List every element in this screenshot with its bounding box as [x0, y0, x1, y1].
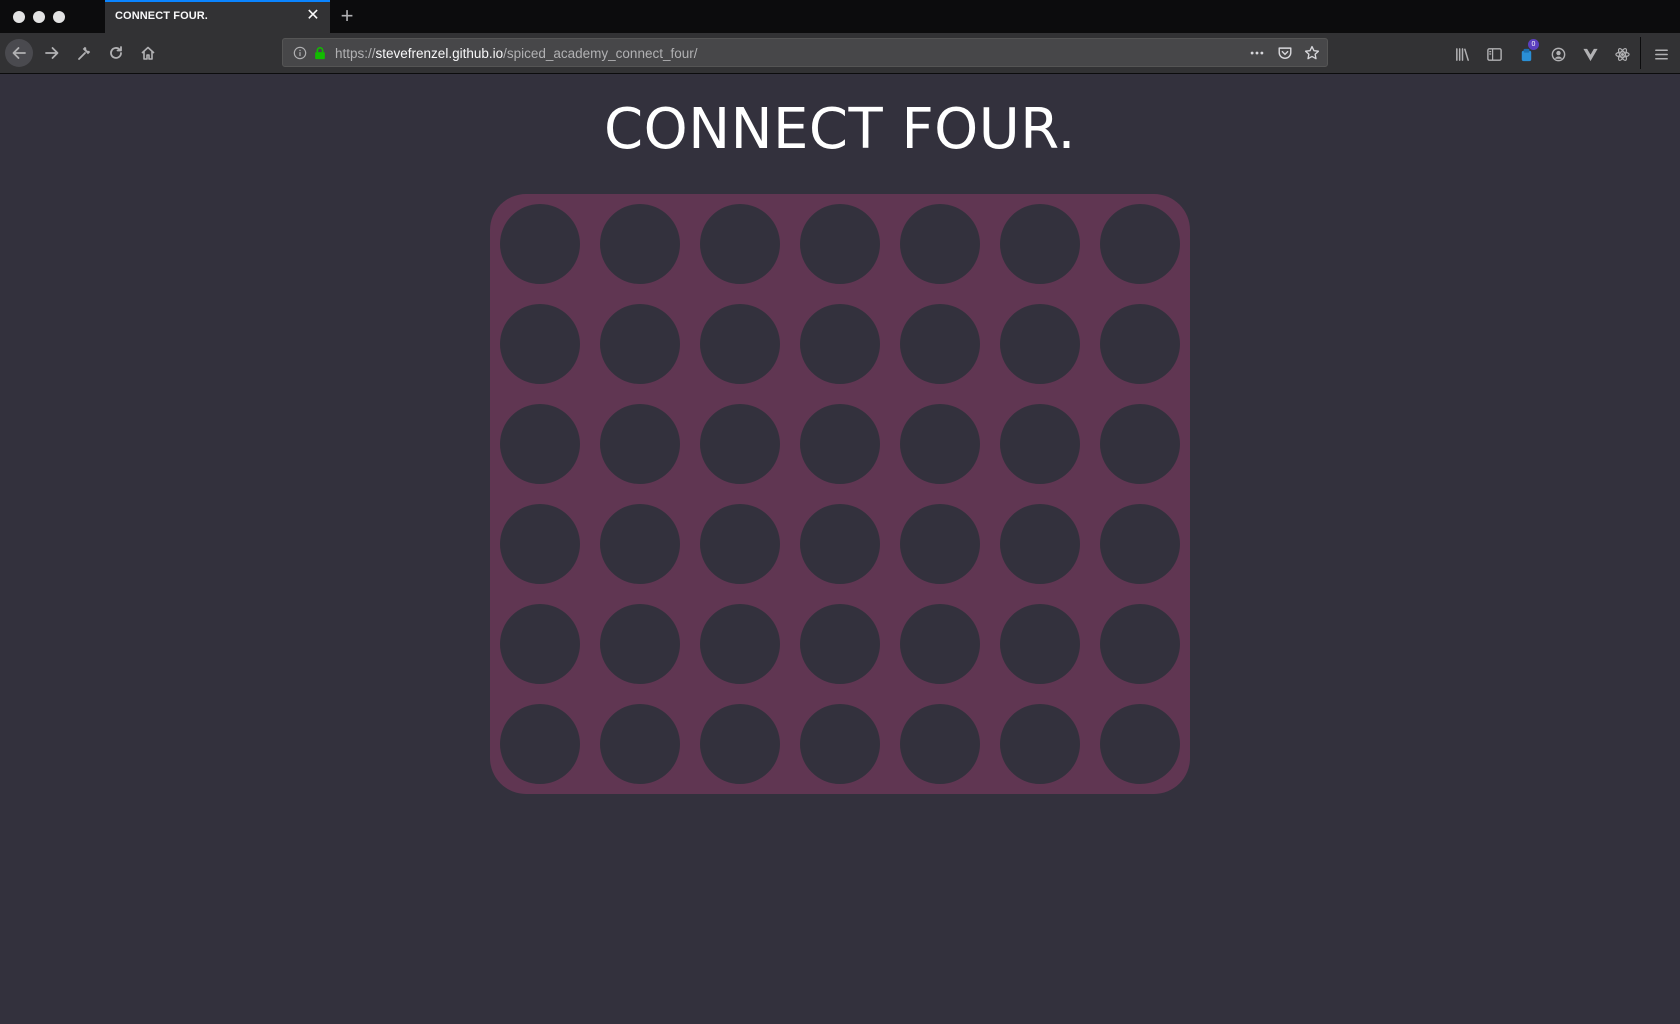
board-slot[interactable] [700, 604, 780, 684]
window-zoom-button[interactable] [53, 11, 65, 23]
window-titlebar: CONNECT FOUR. ✕ + [0, 0, 1680, 33]
board-slot[interactable] [900, 304, 980, 384]
board-slot[interactable] [900, 704, 980, 784]
tab-connect-four[interactable]: CONNECT FOUR. ✕ [105, 0, 330, 33]
arrow-right-icon [45, 47, 59, 59]
board-slot[interactable] [500, 204, 580, 284]
board-slot[interactable] [900, 204, 980, 284]
board-slot[interactable] [900, 504, 980, 584]
board-slot[interactable] [500, 504, 580, 584]
reload-button[interactable] [102, 39, 130, 67]
board-slot[interactable] [600, 604, 680, 684]
board-column-7[interactable] [1090, 194, 1190, 794]
board-slot[interactable] [1000, 604, 1080, 684]
board-slot[interactable] [800, 604, 880, 684]
url-host: stevefrenzel.github.io [375, 46, 504, 61]
board-slot[interactable] [700, 404, 780, 484]
forward-button[interactable] [38, 39, 66, 67]
board-slot[interactable] [1100, 604, 1180, 684]
extension-button-container[interactable]: 0 [1515, 39, 1539, 65]
board-slot[interactable] [1000, 704, 1080, 784]
board-slot[interactable] [900, 404, 980, 484]
toolbar-separator [1640, 37, 1641, 69]
tab-title: CONNECT FOUR. [115, 10, 208, 22]
url-text[interactable]: https://stevefrenzel.github.io/spiced_ac… [335, 46, 697, 61]
board-slot[interactable] [800, 704, 880, 784]
board-slot[interactable] [800, 504, 880, 584]
board-column-2[interactable] [590, 194, 690, 794]
arrow-left-icon [12, 47, 26, 59]
board-slot[interactable] [1000, 404, 1080, 484]
developer-tools-button[interactable] [70, 39, 98, 67]
board-slot[interactable] [1100, 704, 1180, 784]
board-slot[interactable] [1100, 504, 1180, 584]
react-devtools-button[interactable] [1611, 43, 1633, 65]
board-slot[interactable] [600, 504, 680, 584]
board-slot[interactable] [1000, 204, 1080, 284]
bookmark-star-icon[interactable] [1303, 44, 1321, 62]
board-slot[interactable] [600, 704, 680, 784]
board-column-1[interactable] [490, 194, 590, 794]
board-slot[interactable] [1000, 304, 1080, 384]
board-slot[interactable] [1100, 204, 1180, 284]
reload-icon [110, 46, 122, 59]
board-slot[interactable] [600, 204, 680, 284]
library-icon [1455, 47, 1469, 61]
board-slot[interactable] [1100, 404, 1180, 484]
sidebar-icon [1486, 47, 1502, 61]
library-button[interactable] [1451, 43, 1473, 65]
react-icon [1614, 47, 1630, 61]
board-slot[interactable] [500, 404, 580, 484]
board-slot[interactable] [500, 704, 580, 784]
window-close-button[interactable] [13, 11, 25, 23]
vue-icon [1582, 48, 1598, 61]
board-slot[interactable] [900, 604, 980, 684]
board-slot[interactable] [800, 304, 880, 384]
board-slot[interactable] [700, 504, 780, 584]
game-board [490, 194, 1190, 794]
back-button[interactable] [5, 39, 33, 67]
board-slot[interactable] [800, 204, 880, 284]
board-slot[interactable] [700, 204, 780, 284]
url-path: /spiced_academy_connect_four/ [503, 46, 698, 61]
page-content: CONNECT FOUR. [0, 74, 1680, 1024]
board-slot[interactable] [700, 704, 780, 784]
board-column-3[interactable] [690, 194, 790, 794]
account-icon [1551, 47, 1565, 61]
board-slot[interactable] [500, 604, 580, 684]
lock-icon[interactable] [311, 44, 329, 62]
url-scheme: https:// [335, 46, 376, 61]
board-column-5[interactable] [890, 194, 990, 794]
board-column-6[interactable] [990, 194, 1090, 794]
pocket-icon[interactable] [1276, 44, 1294, 62]
tab-close-icon[interactable]: ✕ [304, 6, 322, 26]
board-slot[interactable] [500, 304, 580, 384]
navigation-toolbar: https://stevefrenzel.github.io/spiced_ac… [0, 33, 1680, 74]
wrench-icon [78, 46, 91, 60]
board-slot[interactable] [600, 304, 680, 384]
address-bar[interactable]: https://stevefrenzel.github.io/spiced_ac… [282, 38, 1328, 67]
page-title: CONNECT FOUR. [604, 97, 1076, 162]
sidebar-button[interactable] [1483, 43, 1505, 65]
board-slot[interactable] [700, 304, 780, 384]
board-column-4[interactable] [790, 194, 890, 794]
account-button[interactable] [1547, 43, 1569, 65]
hamburger-menu-icon [1654, 48, 1668, 60]
page-actions-icon[interactable] [1248, 44, 1266, 62]
window-minimize-button[interactable] [33, 11, 45, 23]
board-slot[interactable] [600, 404, 680, 484]
menu-button[interactable] [1650, 43, 1672, 65]
home-icon [141, 46, 155, 60]
site-info-icon[interactable] [291, 44, 309, 62]
new-tab-icon[interactable]: + [336, 4, 358, 28]
board-slot[interactable] [1000, 504, 1080, 584]
extension-badge: 0 [1528, 39, 1539, 50]
vue-devtools-button[interactable] [1579, 43, 1601, 65]
home-button[interactable] [134, 39, 162, 67]
board-slot[interactable] [800, 404, 880, 484]
board-slot[interactable] [1100, 304, 1180, 384]
